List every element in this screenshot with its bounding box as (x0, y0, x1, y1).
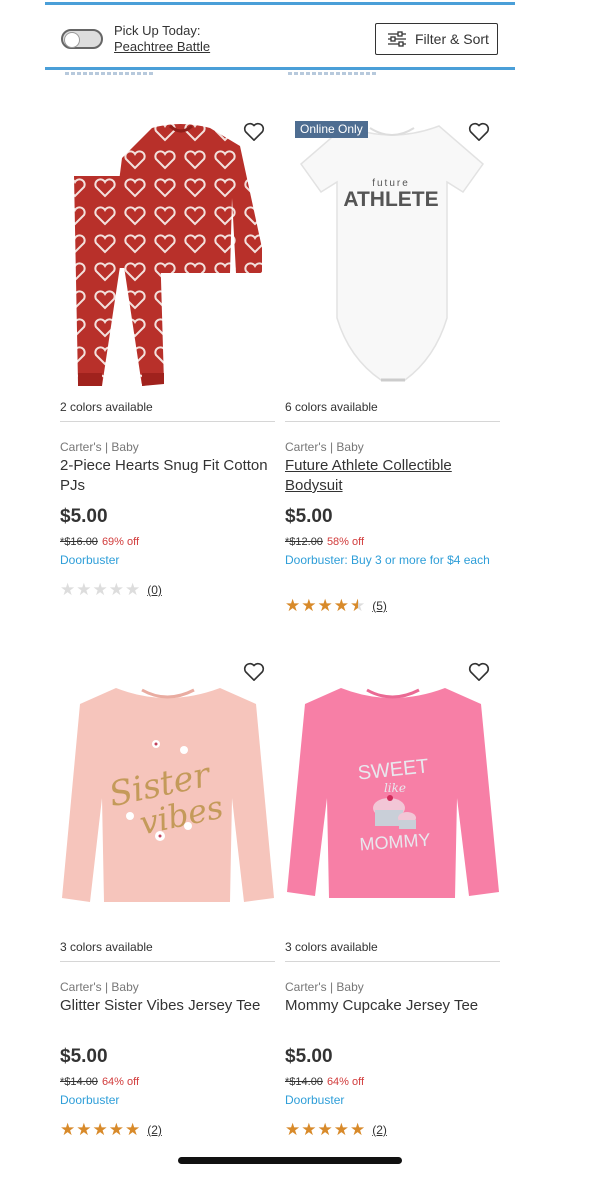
product-card[interactable]: Sister vibes 3 colors available Carter's… (60, 658, 275, 1139)
product-card[interactable]: 2 colors available Carter's | Baby 2-Pie… (60, 118, 275, 599)
colors-available: 2 colors available (60, 400, 153, 414)
product-price: $5.00 (60, 506, 108, 527)
product-price: $5.00 (60, 1046, 108, 1067)
pickup-info: Pick Up Today: Peachtree Battle (114, 23, 210, 55)
half-star-icon: ★ (349, 596, 367, 615)
heart-outline-icon[interactable] (243, 122, 265, 142)
star-icon: ★★★★★ (285, 1120, 367, 1139)
promo-text: Doorbuster (60, 1093, 120, 1107)
star-icon: ★★★★ (285, 596, 350, 615)
price-comparison: *$14.00 64% off (60, 1076, 139, 1088)
star-icon: ★★★★★ (60, 1120, 142, 1139)
graphic-text-2: like (384, 781, 406, 795)
product-card[interactable]: future ATHLETE Online Only 6 colors avai… (285, 118, 500, 615)
product-brand: Carter's | Baby (285, 980, 364, 994)
toggle-knob (64, 32, 80, 48)
promo-text: Doorbuster (285, 1093, 345, 1107)
product-price: $5.00 (285, 506, 333, 527)
heart-outline-icon[interactable] (468, 662, 490, 682)
rating[interactable]: ★★★★★ (0) (60, 580, 162, 600)
rating[interactable]: ★★★★★ (2) (285, 1120, 387, 1140)
promo-text: Doorbuster (60, 553, 120, 567)
discount: 64% off (101, 1076, 140, 1088)
product-name[interactable]: Mommy Cupcake Jersey Tee (285, 996, 500, 1016)
original-price: *$14.00 (60, 1076, 98, 1088)
product-name[interactable]: Future Athlete Collectible Bodysuit (285, 456, 500, 496)
pickup-label: Pick Up Today: (114, 23, 201, 38)
original-price: *$12.00 (285, 536, 323, 548)
product-image[interactable]: Sister vibes (60, 658, 275, 938)
filter-sort-label: Filter & Sort (415, 31, 489, 47)
rating[interactable]: ★★★★★ (2) (60, 1120, 162, 1140)
price-comparison: *$12.00 58% off (285, 536, 364, 548)
discount: 64% off (326, 1076, 365, 1088)
heart-outline-icon[interactable] (243, 662, 265, 682)
divider (60, 421, 275, 422)
graphic-text-large: ATHLETE (343, 188, 438, 211)
pickup-toggle[interactable] (61, 29, 103, 49)
product-brand: Carter's | Baby (60, 440, 139, 454)
heart-outline-icon[interactable] (468, 122, 490, 142)
sliders-icon (388, 31, 406, 47)
product-brand: Carter's | Baby (285, 440, 364, 454)
colors-available: 3 colors available (285, 940, 378, 954)
product-image[interactable]: future ATHLETE Online Only (285, 118, 500, 398)
product-name[interactable]: 2-Piece Hearts Snug Fit Cotton PJs (60, 456, 275, 496)
review-count[interactable]: (2) (147, 1123, 162, 1137)
mommy-tee-image: SWEET like MOMMY (287, 688, 499, 898)
promo-text: Doorbuster: Buy 3 or more for $4 each (285, 553, 490, 567)
price-comparison: *$16.00 69% off (60, 536, 139, 548)
divider (285, 421, 500, 422)
review-count[interactable]: (5) (372, 599, 387, 613)
product-card[interactable]: SWEET like MOMMY 3 colors available Cart… (285, 658, 500, 1139)
filter-sort-button[interactable]: Filter & Sort (375, 23, 498, 55)
bodysuit-image: future ATHLETE (299, 125, 485, 382)
product-image[interactable]: SWEET like MOMMY (285, 658, 500, 938)
star-icon: ★★★★★ (60, 580, 142, 599)
original-price: *$14.00 (285, 1076, 323, 1088)
colors-available: 3 colors available (60, 940, 153, 954)
original-price: *$16.00 (60, 536, 98, 548)
product-price: $5.00 (285, 1046, 333, 1067)
product-name[interactable]: Glitter Sister Vibes Jersey Tee (60, 996, 275, 1016)
scroll-peek (288, 72, 378, 75)
online-only-badge: Online Only (295, 121, 368, 138)
home-indicator[interactable] (178, 1157, 402, 1164)
review-count[interactable]: (0) (147, 583, 162, 597)
price-comparison: *$14.00 64% off (285, 1076, 364, 1088)
divider (285, 961, 500, 962)
rating[interactable]: ★★★★ ★ (5) (285, 596, 387, 616)
divider (60, 961, 275, 962)
pickup-filter-bar: Pick Up Today: Peachtree Battle Filter &… (45, 2, 515, 70)
review-count[interactable]: (2) (372, 1123, 387, 1137)
discount: 58% off (326, 536, 365, 548)
product-image[interactable] (60, 118, 275, 398)
colors-available: 6 colors available (285, 400, 378, 414)
product-brand: Carter's | Baby (60, 980, 139, 994)
pajama-set-image (74, 124, 262, 386)
discount: 69% off (101, 536, 140, 548)
sister-tee-image: Sister vibes (62, 688, 274, 902)
store-link[interactable]: Peachtree Battle (114, 39, 210, 55)
scroll-peek (65, 72, 155, 75)
